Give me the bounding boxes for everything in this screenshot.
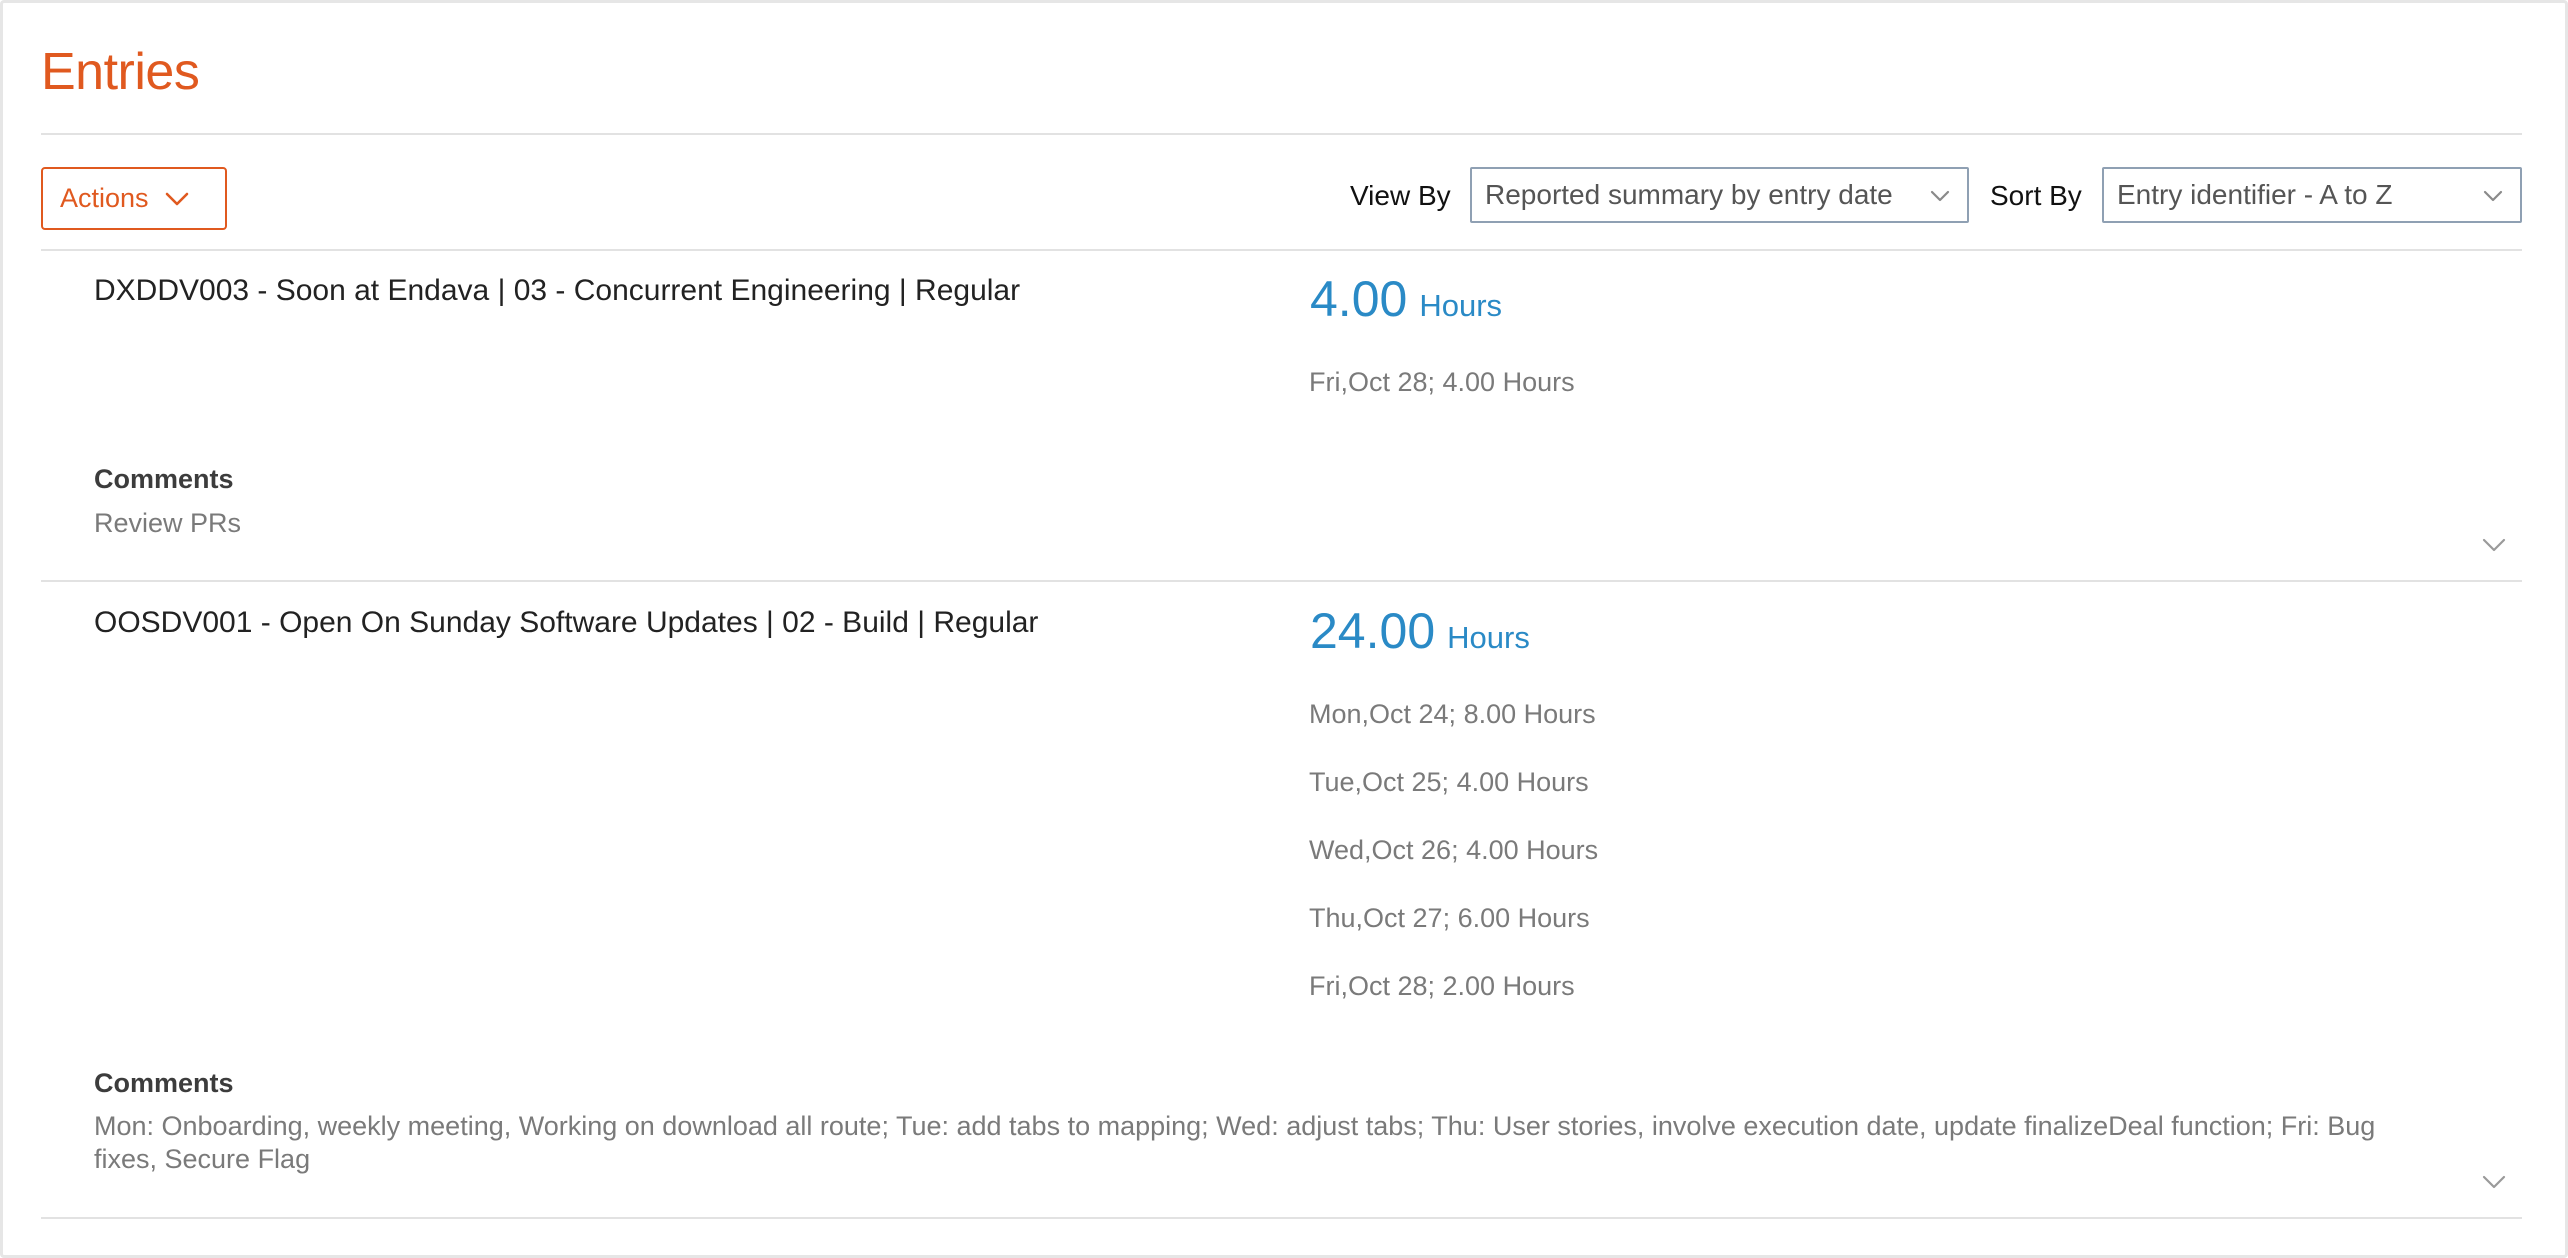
sort-by-select[interactable]: Entry identifier - A to Z — [2102, 167, 2522, 223]
list-top-divider — [41, 249, 2522, 251]
day-hours-line: Wed,Oct 26; 4.00 Hours — [1309, 835, 1599, 865]
day-hours-line: Mon,Oct 24; 8.00 Hours — [1309, 699, 1596, 729]
entry-title: DXDDV003 - Soon at Endava | 03 - Concurr… — [94, 274, 1021, 307]
page-title: Entries — [41, 43, 200, 101]
comments-label: Comments — [94, 1068, 234, 1098]
chevron-down-icon[interactable] — [2479, 1167, 2509, 1197]
entry-divider — [41, 580, 2522, 582]
view-by-label: View By — [1350, 180, 1451, 211]
sort-by-value: Entry identifier - A to Z — [2117, 179, 2393, 210]
comments-text: Mon: Onboarding, weekly meeting, Working… — [94, 1111, 2376, 1174]
chevron-down-icon — [165, 192, 188, 205]
comments-text: Review PRs — [94, 508, 242, 538]
actions-button-label: Actions — [60, 183, 149, 213]
entry-divider — [41, 1217, 2522, 1219]
chevron-down-icon[interactable] — [2479, 530, 2509, 560]
comments-label: Comments — [94, 464, 234, 494]
actions-button[interactable]: Actions — [41, 167, 227, 230]
hours-unit: Hours — [1419, 288, 1503, 323]
chevron-down-icon — [2483, 190, 2503, 202]
entry-total-hours: 4.00 Hours — [1310, 270, 1502, 328]
entry-total-hours: 24.00 Hours — [1310, 602, 1530, 660]
hours-value: 24.00 — [1310, 603, 1436, 659]
day-hours-line: Tue,Oct 25; 4.00 Hours — [1309, 767, 1589, 797]
entry-title: OOSDV001 - Open On Sunday Software Updat… — [94, 606, 1039, 639]
sort-by-label: Sort By — [1990, 180, 2082, 211]
chevron-down-icon — [1930, 190, 1950, 202]
day-hours-line: Thu,Oct 27; 6.00 Hours — [1309, 903, 1590, 933]
day-hours-line: Fri,Oct 28; 2.00 Hours — [1309, 971, 1575, 1001]
hours-value: 4.00 — [1310, 271, 1408, 327]
hours-unit: Hours — [1447, 620, 1530, 655]
day-hours-line: Fri,Oct 28; 4.00 Hours — [1309, 367, 1575, 397]
view-by-value: Reported summary by entry date — [1485, 179, 1893, 210]
view-by-select[interactable]: Reported summary by entry date — [1470, 167, 1969, 223]
title-divider — [41, 133, 2522, 135]
